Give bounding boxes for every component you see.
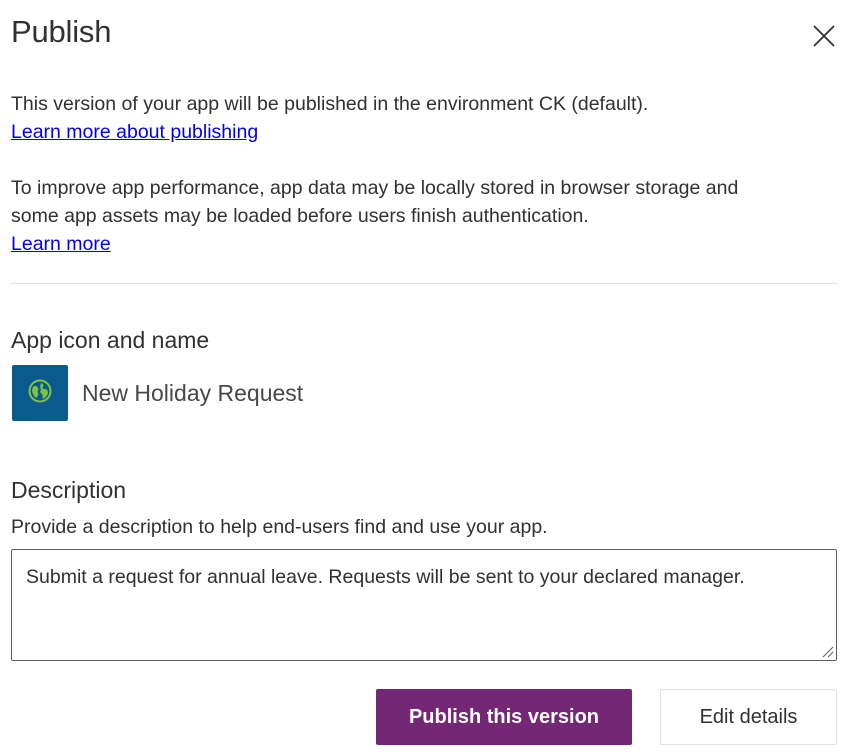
app-icon-name-heading: App icon and name	[11, 327, 210, 353]
storage-notice-line-2: some app assets may be loaded before use…	[11, 205, 589, 227]
close-button[interactable]	[806, 18, 842, 54]
storage-notice-line-1: To improve app performance, app data may…	[11, 177, 739, 199]
resize-grip-icon[interactable]	[820, 644, 834, 658]
app-name: New Holiday Request	[82, 380, 304, 406]
description-heading: Description	[11, 477, 127, 503]
divider	[11, 283, 837, 284]
learn-more-link[interactable]: Learn more	[11, 230, 111, 258]
description-textarea[interactable]: Submit a request for annual leave. Reque…	[11, 549, 837, 661]
learn-more-publishing-link[interactable]: Learn more about publishing	[11, 118, 258, 146]
globe-icon	[28, 379, 52, 408]
publish-info: This version of your app will be publish…	[11, 90, 841, 146]
publish-dialog: Publish This version of your app will be…	[0, 0, 856, 755]
description-hint: Provide a description to help end-users …	[11, 516, 548, 538]
edit-details-button[interactable]: Edit details	[660, 689, 837, 745]
publish-this-version-button[interactable]: Publish this version	[376, 689, 632, 745]
storage-notice: To improve app performance, app data may…	[11, 174, 841, 258]
dialog-title: Publish	[11, 14, 112, 49]
publish-info-text: This version of your app will be publish…	[11, 93, 649, 115]
app-icon-tile[interactable]	[12, 365, 68, 421]
close-icon	[812, 24, 836, 48]
